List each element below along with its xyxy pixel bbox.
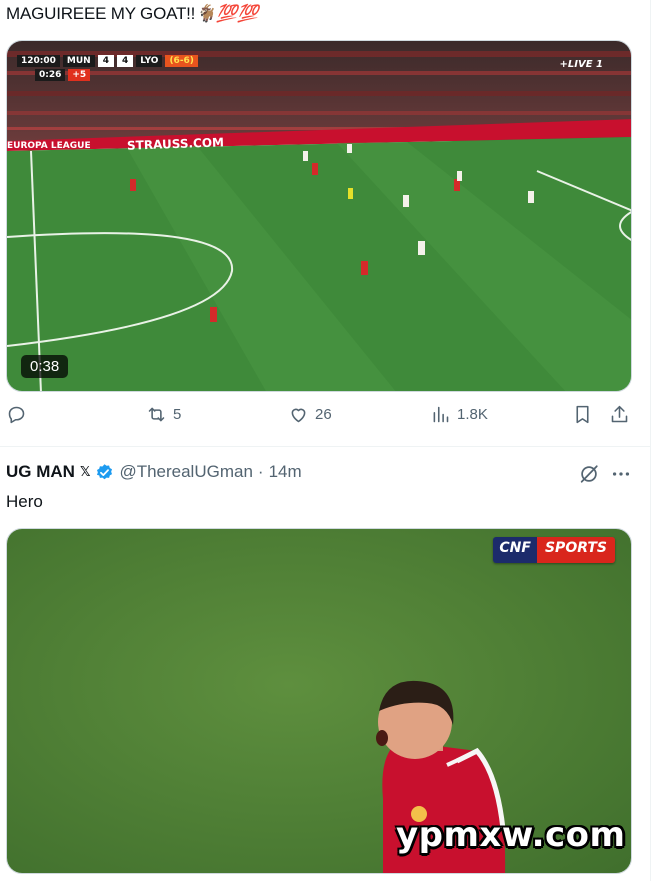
like-count: 26 bbox=[315, 406, 332, 423]
retweet-button[interactable]: 5 bbox=[146, 404, 181, 425]
heart-icon bbox=[291, 408, 306, 423]
video-player[interactable]: 120:00 MUN 4 4 LYO (6-6) 0:26 +5 +LIVE 1… bbox=[6, 40, 632, 392]
aggregate-score: (6-6) bbox=[165, 55, 198, 67]
tweet-text: MAGUIREEE MY GOAT!!🐐💯💯 bbox=[6, 4, 259, 23]
author-name[interactable]: UG MAN bbox=[6, 462, 75, 482]
cnf-logo-left: CNF bbox=[493, 537, 537, 563]
share-icon bbox=[611, 405, 628, 423]
author-handle[interactable]: @TherealUGman bbox=[119, 462, 252, 482]
competition-label: EUROPA LEAGUE bbox=[7, 141, 91, 151]
grok-icon[interactable] bbox=[578, 463, 600, 485]
scoreboard: 120:00 MUN 4 4 LYO (6-6) 0:26 +5 bbox=[17, 55, 198, 81]
live-tag: +LIVE 1 bbox=[559, 59, 603, 70]
share-button[interactable] bbox=[609, 404, 630, 425]
emoji-goat-hundred: 🐐💯💯 bbox=[195, 4, 259, 23]
home-score: 4 bbox=[97, 55, 114, 67]
views-button[interactable]: 1.8K bbox=[430, 404, 488, 425]
timeline-border bbox=[650, 0, 651, 881]
like-button[interactable]: 26 bbox=[288, 404, 332, 425]
reply-icon bbox=[8, 406, 25, 424]
tweet-text: Hero bbox=[6, 492, 43, 511]
tweet-header: UG MAN 𝕏 @TherealUGman · 14m bbox=[6, 462, 302, 482]
extra-clock: 0:26 bbox=[35, 69, 66, 81]
away-team: LYO bbox=[136, 55, 163, 67]
home-team: MUN bbox=[62, 55, 95, 67]
cnf-logo-right: SPORTS bbox=[536, 537, 615, 563]
tweet-actions: 5 26 1.8K bbox=[0, 404, 640, 436]
retweet-count: 5 bbox=[173, 406, 182, 423]
tweet-time[interactable]: 14m bbox=[269, 462, 302, 482]
match-clock: 120:00 bbox=[17, 55, 60, 67]
reply-button[interactable] bbox=[6, 404, 33, 425]
site-watermark: ypmxw.com bbox=[396, 815, 626, 855]
video-duration: 0:38 bbox=[21, 355, 69, 378]
separator-dot: · bbox=[257, 462, 264, 481]
match-video-frame bbox=[7, 41, 631, 391]
added-time: +5 bbox=[68, 69, 91, 81]
bookmark-button[interactable] bbox=[572, 404, 593, 425]
retweet-icon bbox=[148, 407, 165, 422]
x-affiliate-badge: 𝕏 bbox=[79, 464, 91, 479]
tweet-divider bbox=[0, 446, 650, 447]
more-options-icon[interactable] bbox=[610, 463, 632, 485]
away-score: 4 bbox=[116, 55, 134, 67]
bookmark-icon bbox=[576, 405, 589, 424]
views-count: 1.8K bbox=[457, 406, 488, 423]
verified-badge-icon bbox=[97, 463, 113, 479]
cnf-sports-logo: CNF SPORTS bbox=[493, 537, 615, 563]
views-icon bbox=[433, 406, 449, 423]
